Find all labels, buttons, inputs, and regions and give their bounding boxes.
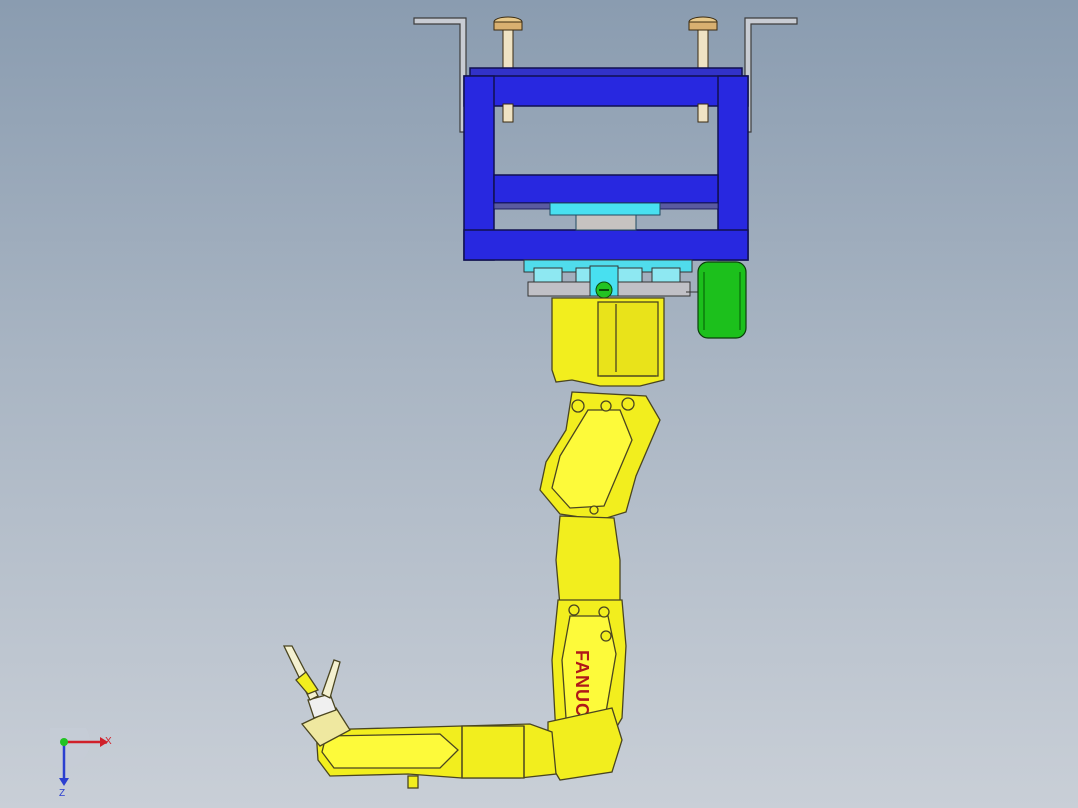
blue-frame[interactable] bbox=[463, 67, 749, 261]
robot-arm-wrist[interactable] bbox=[315, 707, 623, 789]
cyan-mount[interactable] bbox=[549, 202, 661, 231]
robot-model-scene[interactable]: FANUC bbox=[0, 0, 1078, 808]
green-motor[interactable] bbox=[697, 261, 747, 339]
cad-viewport[interactable]: FANUC X Z bbox=[0, 0, 1078, 808]
y-axis-icon bbox=[60, 738, 68, 746]
robot-arm-upper[interactable] bbox=[539, 391, 661, 521]
gripper[interactable] bbox=[282, 645, 351, 747]
z-axis-label: Z bbox=[59, 788, 65, 798]
axis-triad: X Z bbox=[50, 728, 112, 798]
robot-base[interactable] bbox=[551, 297, 665, 387]
x-axis-label: X bbox=[105, 736, 112, 747]
triad-backdrop bbox=[50, 728, 90, 768]
brand-label: FANUC bbox=[572, 650, 592, 717]
robot-base-plate[interactable] bbox=[523, 259, 714, 297]
